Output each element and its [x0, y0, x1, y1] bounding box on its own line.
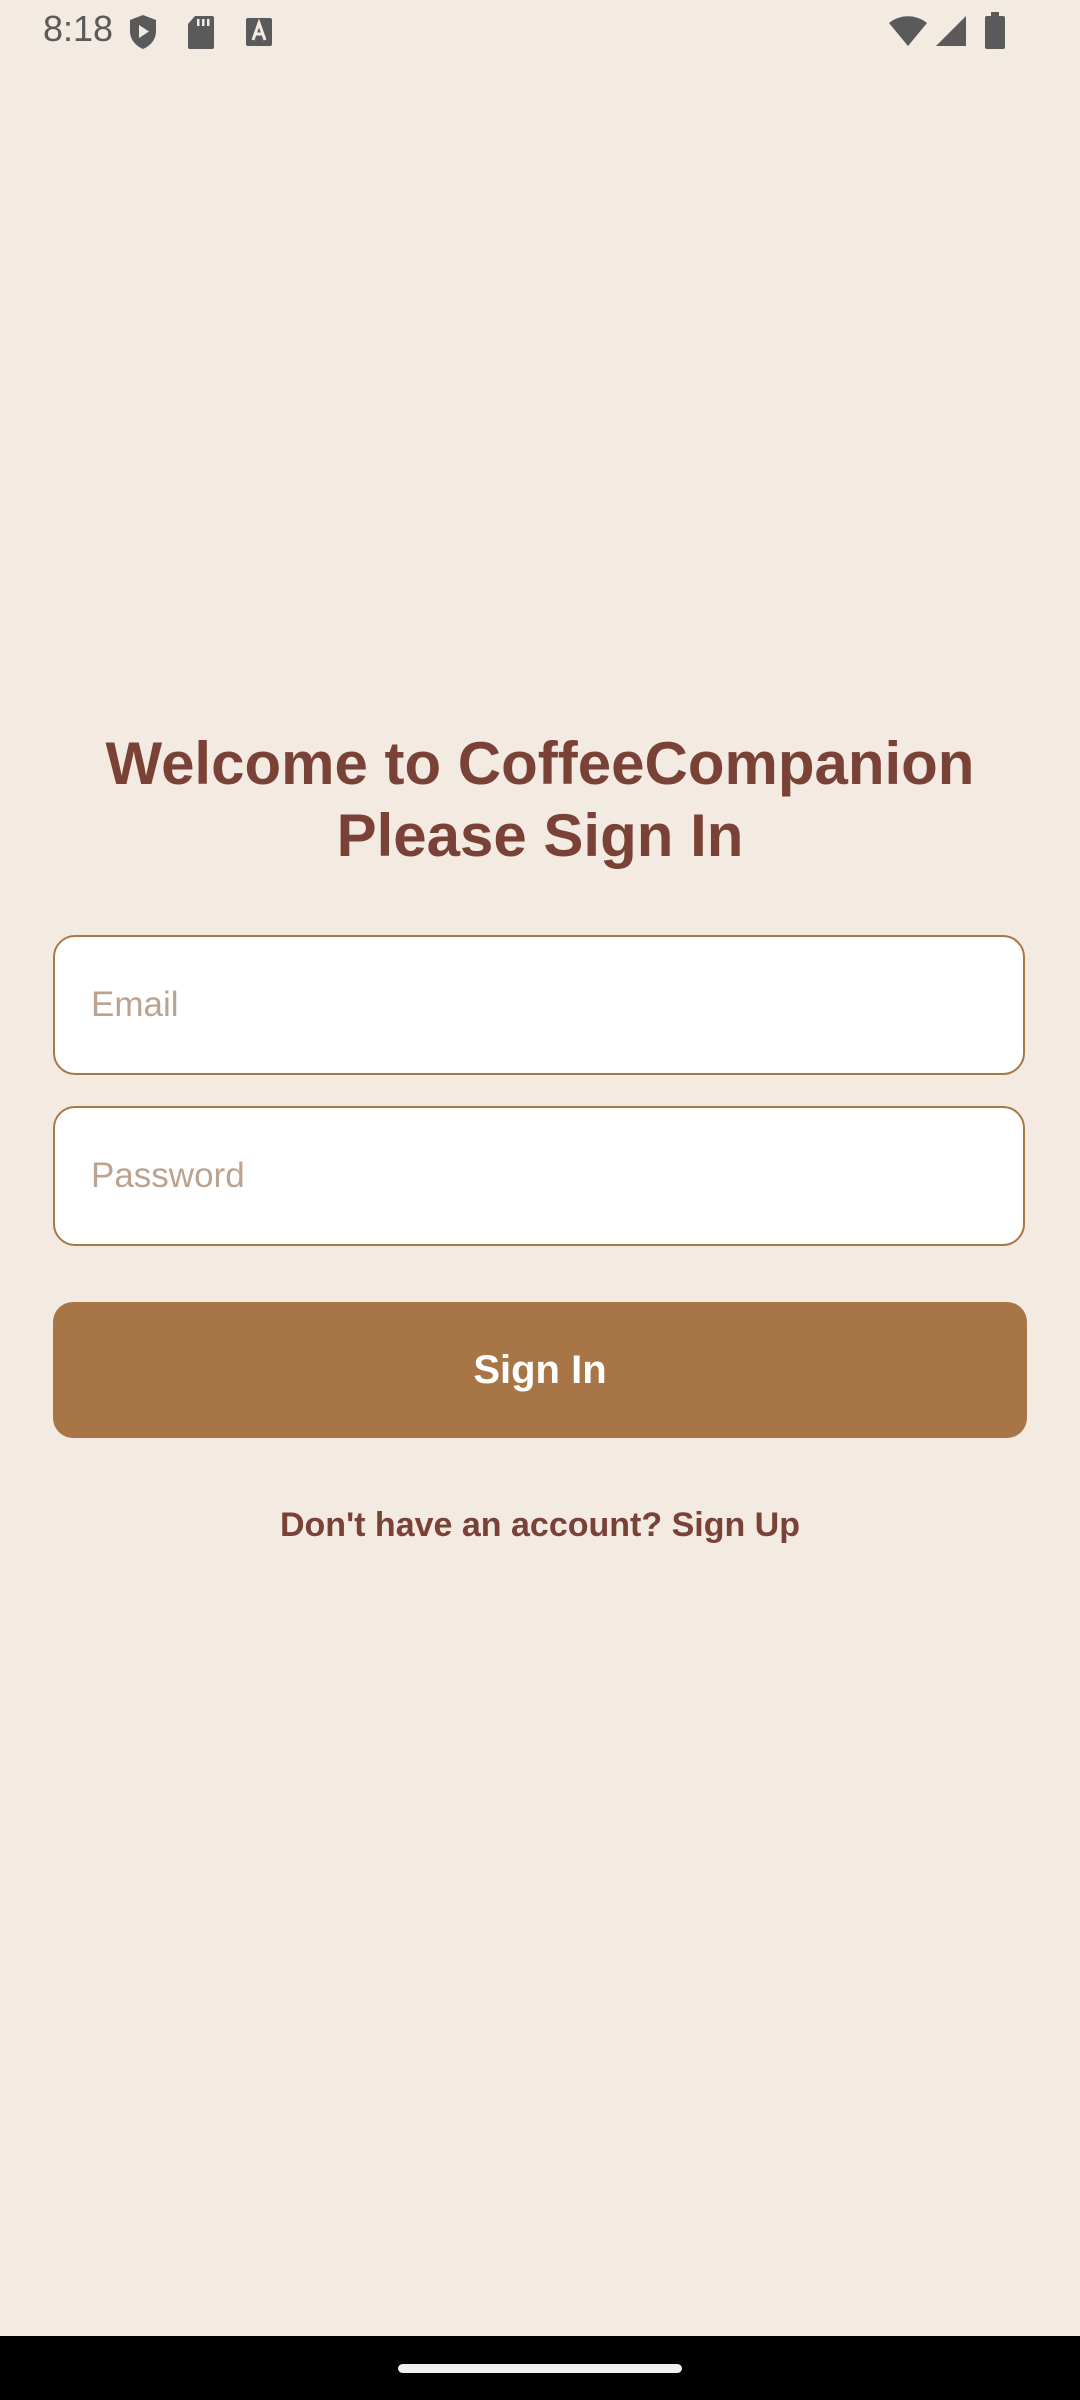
email-field-container	[53, 935, 1025, 1075]
password-field-container	[53, 1106, 1025, 1246]
welcome-title: Welcome to CoffeeCompanion Please Sign I…	[0, 728, 1080, 872]
navigation-bar	[0, 2336, 1080, 2400]
password-field[interactable]	[55, 1108, 1023, 1244]
sd-card-icon	[188, 16, 214, 49]
sign-in-button-label: Sign In	[473, 1347, 607, 1392]
status-time: 8:18	[43, 8, 114, 49]
wifi-icon	[889, 16, 927, 46]
status-bar: 8:18	[0, 0, 1080, 62]
sign-in-screen: 8:18 Welcome to CoffeeCompanion Please S…	[0, 0, 1080, 2400]
shield-play-icon	[130, 15, 156, 49]
email-field[interactable]	[55, 937, 1023, 1073]
font-a-icon	[246, 18, 272, 46]
welcome-title-line1: Welcome to CoffeeCompanion	[105, 730, 975, 797]
home-gesture-handle[interactable]	[398, 2364, 682, 2373]
sign-in-button[interactable]: Sign In	[53, 1302, 1027, 1438]
welcome-title-line2: Please Sign In	[336, 802, 744, 869]
cell-signal-icon	[936, 16, 966, 46]
signup-link-container: Don't have an account? Sign Up	[0, 1506, 1080, 1545]
sign-up-link[interactable]: Don't have an account? Sign Up	[280, 1506, 800, 1544]
battery-icon	[985, 12, 1005, 49]
